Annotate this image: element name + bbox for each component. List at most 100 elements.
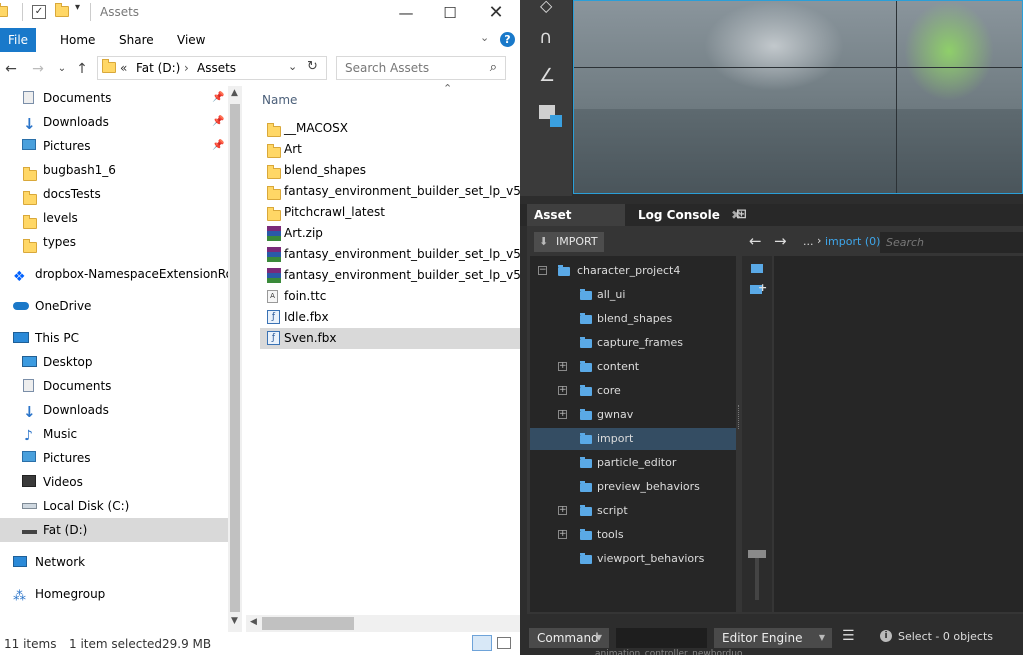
address-dropdown-icon[interactable]: ⌄ xyxy=(288,60,297,73)
expand-icon[interactable]: + xyxy=(558,362,567,371)
refresh-icon[interactable]: ↻ xyxy=(307,59,318,74)
nav-item-homegroup[interactable]: ⁂ Homegroup xyxy=(0,582,228,606)
tree-row[interactable]: + core xyxy=(530,380,736,402)
tree-row[interactable]: + content xyxy=(530,356,736,378)
minimize-icon[interactable]: — xyxy=(383,0,429,26)
file-row[interactable]: blend_shapes xyxy=(260,160,520,181)
nav-item-documents[interactable]: Documents xyxy=(0,374,228,398)
search-icon[interactable]: ⌕ xyxy=(490,60,497,75)
tree-row[interactable]: capture_frames xyxy=(530,332,736,354)
pin-icon[interactable]: 📌 xyxy=(212,110,224,134)
nav-item-types[interactable]: types xyxy=(0,230,228,254)
tree-row[interactable]: viewport_behaviors xyxy=(530,548,736,570)
horizontal-scrollbar-thumb[interactable] xyxy=(262,617,354,630)
address-overflow[interactable]: « xyxy=(120,61,127,75)
list-menu-icon[interactable]: ☰ xyxy=(842,628,855,644)
scroll-down-icon[interactable]: ▼ xyxy=(231,616,238,626)
tab-share[interactable]: Share xyxy=(119,28,154,52)
new-folder-icon[interactable] xyxy=(751,264,763,273)
back-arrow-icon[interactable]: ← xyxy=(2,60,20,78)
expand-icon[interactable]: + xyxy=(558,410,567,419)
expand-ribbon-icon[interactable]: ⌄ xyxy=(480,31,489,44)
breadcrumb-current[interactable]: import (0) xyxy=(825,235,880,248)
command-dropdown[interactable]: Command ▼ xyxy=(529,628,609,648)
details-view-icon[interactable] xyxy=(472,635,492,651)
zoom-slider-track[interactable] xyxy=(755,556,759,600)
tab-log-console[interactable]: Log Console ✖ xyxy=(638,204,741,226)
tree-row-import[interactable]: import xyxy=(530,428,736,450)
tree-row[interactable]: particle_editor xyxy=(530,452,736,474)
command-input[interactable] xyxy=(616,628,707,648)
nav-item-videos[interactable]: Videos xyxy=(0,470,228,494)
address-folder[interactable]: Assets xyxy=(197,61,236,75)
column-header-name[interactable]: Name xyxy=(262,93,297,107)
pin-icon[interactable]: 📌 xyxy=(212,86,224,110)
expand-icon[interactable]: + xyxy=(558,530,567,539)
tree-row[interactable]: all_ui xyxy=(530,284,736,306)
tree-row[interactable]: + tools xyxy=(530,524,736,546)
customize-quick-access-icon[interactable]: ▾ xyxy=(75,2,80,13)
back-arrow-icon[interactable]: ← xyxy=(749,232,762,250)
file-row[interactable]: fantasy_environment_builder_set_lp_v5 (1… xyxy=(260,244,520,265)
file-row[interactable]: ƒ Idle.fbx xyxy=(260,307,520,328)
asset-search-input[interactable]: Search xyxy=(880,232,1023,253)
scroll-left-icon[interactable]: ◀ xyxy=(250,617,257,627)
file-row[interactable]: Art.zip xyxy=(260,223,520,244)
file-row[interactable]: Art xyxy=(260,139,520,160)
nav-item-documents-quick[interactable]: Documents 📌 xyxy=(0,86,228,110)
nav-item-local-disk[interactable]: Local Disk (C:) xyxy=(0,494,228,518)
properties-checkbox-icon[interactable]: ✓ xyxy=(32,5,46,19)
scene-viewport[interactable] xyxy=(573,0,1023,194)
breadcrumb-ellipsis[interactable]: ... xyxy=(803,235,814,248)
tree-row[interactable]: blend_shapes xyxy=(530,308,736,330)
close-icon[interactable]: ✕ xyxy=(473,0,519,26)
address-box[interactable]: « Fat (D:) › Assets ⌄ ↻ xyxy=(97,56,327,80)
file-row[interactable]: fantasy_environment_builder_set_lp_v5 xyxy=(260,181,520,202)
snap-magnet-icon[interactable]: ∩ xyxy=(539,27,552,48)
address-drive[interactable]: Fat (D:) xyxy=(136,61,180,75)
nav-item-this-pc[interactable]: This PC xyxy=(0,326,228,350)
up-arrow-icon[interactable]: ↑ xyxy=(73,60,91,78)
forward-arrow-icon[interactable]: → xyxy=(774,232,787,250)
collapse-icon[interactable]: − xyxy=(538,266,547,275)
tree-row[interactable]: + gwnav xyxy=(530,404,736,426)
new-folder-icon[interactable] xyxy=(55,3,69,20)
file-row[interactable]: A foin.ttc xyxy=(260,286,520,307)
nav-item-downloads-quick[interactable]: ↓ Downloads 📌 xyxy=(0,110,228,134)
nav-item-dropbox[interactable]: ❖ dropbox-NamespaceExtensionRole.F xyxy=(0,262,228,286)
nav-item-docstests[interactable]: docsTests xyxy=(0,182,228,206)
tree-row-character-project[interactable]: − character_project4 xyxy=(530,260,736,282)
move-tool-icon[interactable]: ◇ xyxy=(540,0,552,15)
nav-item-pictures[interactable]: Pictures xyxy=(0,446,228,470)
engine-dropdown[interactable]: Editor Engine ▼ xyxy=(714,628,832,648)
import-button[interactable]: ⬇ IMPORT xyxy=(534,232,604,252)
nav-item-levels[interactable]: levels xyxy=(0,206,228,230)
expand-icon[interactable]: + xyxy=(558,506,567,515)
nav-item-downloads[interactable]: ↓ Downloads xyxy=(0,398,228,422)
maximize-icon[interactable]: ☐ xyxy=(427,0,473,26)
nav-item-onedrive[interactable]: OneDrive xyxy=(0,294,228,318)
add-tab-icon[interactable]: ⊞ xyxy=(736,204,747,226)
file-row[interactable]: __MACOSX xyxy=(260,118,520,139)
pin-icon[interactable]: 📌 xyxy=(212,134,224,158)
nav-item-network[interactable]: Network xyxy=(0,550,228,574)
file-row[interactable]: fantasy_environment_builder_set_lp_v5.zi… xyxy=(260,265,520,286)
file-row[interactable]: ƒ Sven.fbx xyxy=(260,328,520,349)
tab-file[interactable]: File xyxy=(0,28,36,52)
scroll-up-icon[interactable]: ▲ xyxy=(231,88,238,98)
angle-tool-icon[interactable]: ∠ xyxy=(539,65,555,86)
tab-asset-browser[interactable]: Asset Browser ✖ xyxy=(527,204,625,244)
splitter-handle[interactable] xyxy=(738,405,741,429)
search-input[interactable]: Search Assets ⌕ xyxy=(336,56,506,80)
large-icons-view-icon[interactable] xyxy=(497,637,511,649)
help-icon[interactable]: ? xyxy=(500,32,515,47)
expand-icon[interactable]: + xyxy=(558,386,567,395)
forward-arrow-icon[interactable]: → xyxy=(29,60,47,78)
recent-locations-icon[interactable]: ⌄ xyxy=(53,60,71,78)
nav-item-pictures-quick[interactable]: Pictures 📌 xyxy=(0,134,228,158)
tree-row[interactable]: + script xyxy=(530,500,736,522)
nav-scrollbar-thumb[interactable] xyxy=(230,104,240,612)
file-row[interactable]: Pitchcrawl_latest xyxy=(260,202,520,223)
nav-item-desktop[interactable]: Desktop xyxy=(0,350,228,374)
tab-home[interactable]: Home xyxy=(60,28,95,52)
